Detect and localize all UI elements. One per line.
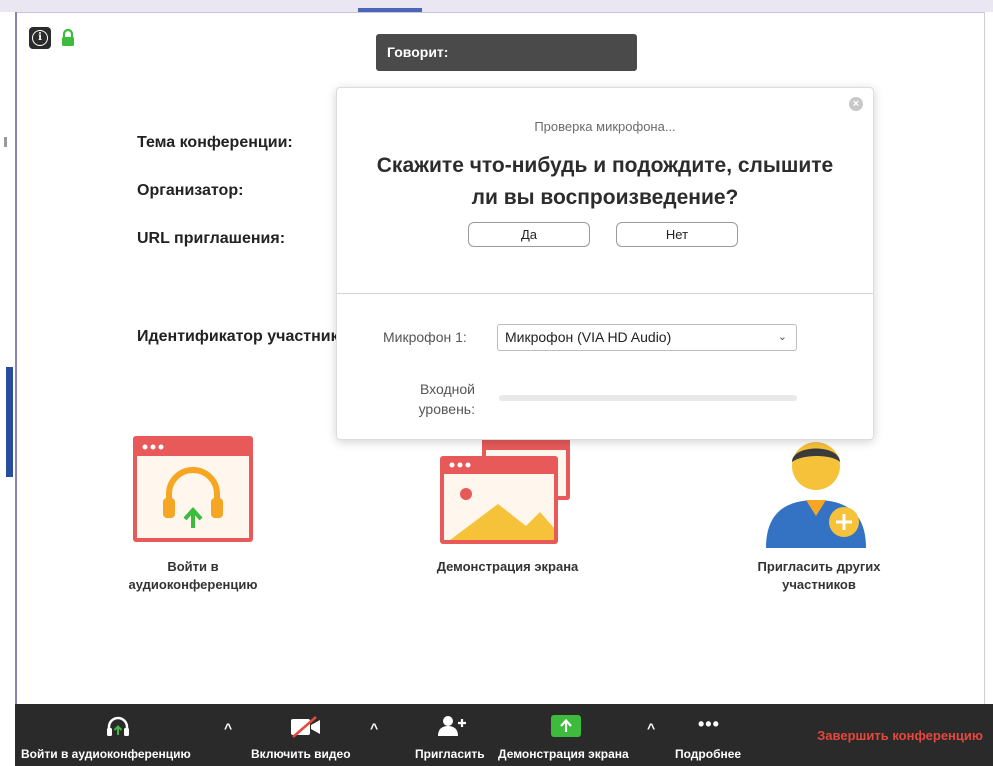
end-meeting-button[interactable]: Завершить конференцию <box>817 728 983 743</box>
microphone-select-value: Микрофон (VIA HD Audio) <box>505 329 672 345</box>
join-audio-tile-label[interactable]: Войти в аудиоконференцию <box>100 558 286 594</box>
participant-id-label: Идентификатор участника: <box>137 328 353 345</box>
headphones-icon[interactable] <box>105 715 131 737</box>
dialog-divider <box>337 293 873 294</box>
invite-person-icon[interactable] <box>762 436 870 552</box>
window-left-edge <box>0 12 17 704</box>
edge-accent <box>6 367 13 477</box>
share-options-caret[interactable]: ^ <box>647 720 655 736</box>
audio-options-caret[interactable]: ^ <box>224 720 232 736</box>
yes-button[interactable]: Да <box>468 222 590 247</box>
invite-button[interactable]: Пригласить <box>415 747 485 761</box>
no-button[interactable]: Нет <box>616 222 738 247</box>
input-level-meter <box>499 395 797 401</box>
more-button[interactable]: Подробнее <box>675 747 741 761</box>
video-off-icon[interactable] <box>290 716 322 738</box>
mic-test-dialog: × Проверка микрофона... Скажите что-нибу… <box>336 87 874 440</box>
mic-test-question: Скажите что-нибудь и подождите, слышите … <box>376 154 834 209</box>
invite-url-label: URL приглашения: <box>137 230 286 247</box>
input-level-label: Входной уровень: <box>418 381 475 417</box>
host-label: Организатор: <box>137 182 244 199</box>
join-audio-button[interactable]: Войти в аудиоконференцию <box>21 747 191 761</box>
microphone-select[interactable]: Микрофон (VIA HD Audio) ⌄ <box>497 324 797 351</box>
more-icon[interactable]: ••• <box>698 714 720 735</box>
chevron-down-icon[interactable]: ⌄ <box>778 325 787 350</box>
lock-icon[interactable] <box>61 29 75 47</box>
meeting-status-icons: i <box>29 27 75 49</box>
meeting-toolbar: Войти в аудиоконференцию ^ Включить виде… <box>15 704 993 766</box>
window-top-bar <box>0 0 993 13</box>
microphone-label: Микрофон 1: <box>383 329 467 345</box>
share-tile-label[interactable]: Демонстрация экрана <box>420 558 595 576</box>
edge-tick <box>4 137 7 147</box>
close-icon[interactable]: × <box>849 97 863 111</box>
start-video-button[interactable]: Включить видео <box>251 747 351 761</box>
invite-person-icon[interactable] <box>437 714 467 738</box>
mic-test-status: Проверка микрофона... <box>534 119 676 134</box>
headphones-icon[interactable] <box>133 436 253 542</box>
invite-tile-label[interactable]: Пригласить других участников <box>738 558 900 594</box>
window-right-edge <box>984 12 993 704</box>
window-drag-grip[interactable] <box>358 8 422 12</box>
screen-share-icon[interactable] <box>440 436 572 544</box>
screen-share-icon[interactable] <box>551 715 581 737</box>
video-options-caret[interactable]: ^ <box>370 720 378 736</box>
info-icon[interactable]: i <box>29 27 51 49</box>
active-speaker-bar: Говорит: <box>376 34 637 71</box>
meeting-topic-label: Тема конференции: <box>137 134 293 151</box>
share-screen-button[interactable]: Демонстрация экрана <box>498 747 629 761</box>
